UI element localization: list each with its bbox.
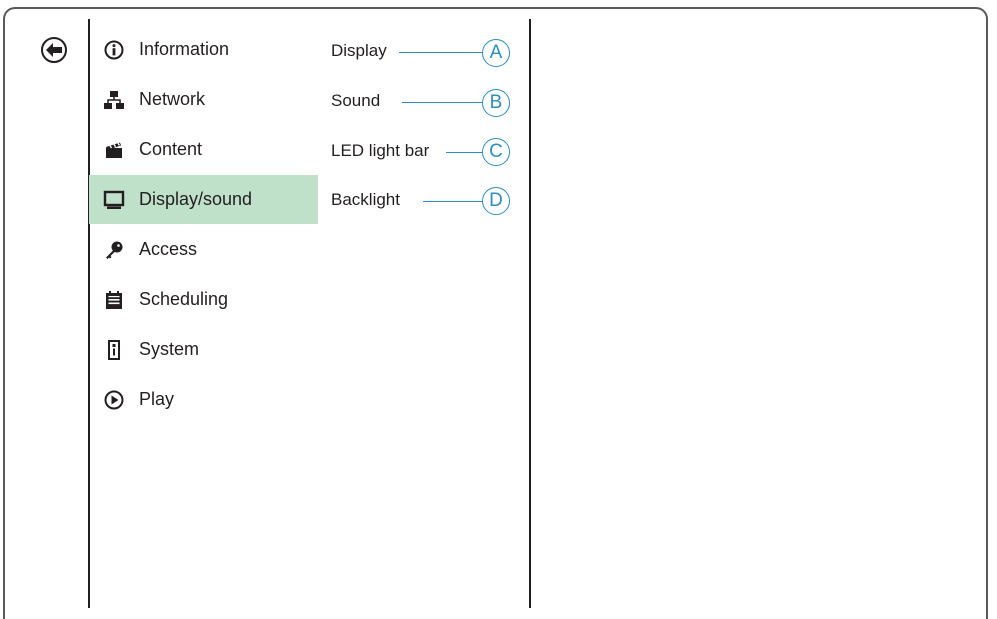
system-icon	[103, 339, 125, 361]
callout-leader-b	[402, 102, 483, 103]
menu-item-network[interactable]: Network	[89, 75, 318, 124]
callout-b: B	[482, 89, 510, 117]
submenu-item-sound[interactable]: Sound	[331, 91, 380, 111]
monitor-icon	[103, 189, 125, 211]
menu-item-scheduling[interactable]: Scheduling	[89, 275, 318, 324]
menu-item-system[interactable]: System	[89, 325, 318, 374]
menu-item-label: Access	[139, 239, 198, 259]
back-button[interactable]	[41, 37, 67, 63]
menu-item-information[interactable]: Information	[89, 25, 318, 74]
menu-item-access[interactable]: Access	[89, 225, 318, 274]
callout-a: A	[482, 39, 510, 67]
menu-item-display-sound[interactable]: Display/sound	[89, 175, 318, 224]
menu-item-play[interactable]: Play	[89, 375, 318, 424]
arrow-left-icon	[46, 43, 62, 57]
clapperboard-icon	[103, 139, 125, 161]
callout-leader-c	[446, 152, 483, 153]
callout-d: D	[482, 187, 510, 215]
menu-item-label: Display/sound	[139, 189, 253, 209]
callout-leader-a	[399, 52, 483, 53]
callout-leader-d	[423, 201, 483, 202]
right-divider	[529, 19, 531, 608]
key-icon	[103, 239, 125, 261]
menu-item-content[interactable]: Content	[89, 125, 318, 174]
submenu-item-display[interactable]: Display	[331, 41, 387, 61]
submenu-item-led-light-bar[interactable]: LED light bar	[331, 141, 429, 161]
menu-item-label: Network	[139, 89, 206, 109]
info-icon	[103, 39, 125, 61]
submenu-item-backlight[interactable]: Backlight	[331, 190, 400, 210]
menu-item-label: Content	[139, 139, 203, 159]
calendar-icon	[103, 289, 125, 311]
menu-item-label: Scheduling	[139, 289, 229, 309]
menu-item-label: Information	[139, 39, 230, 59]
play-icon	[103, 389, 125, 411]
network-icon	[103, 89, 125, 111]
callout-c: C	[482, 138, 510, 166]
menu-item-label: System	[139, 339, 200, 359]
menu-item-label: Play	[139, 389, 175, 409]
